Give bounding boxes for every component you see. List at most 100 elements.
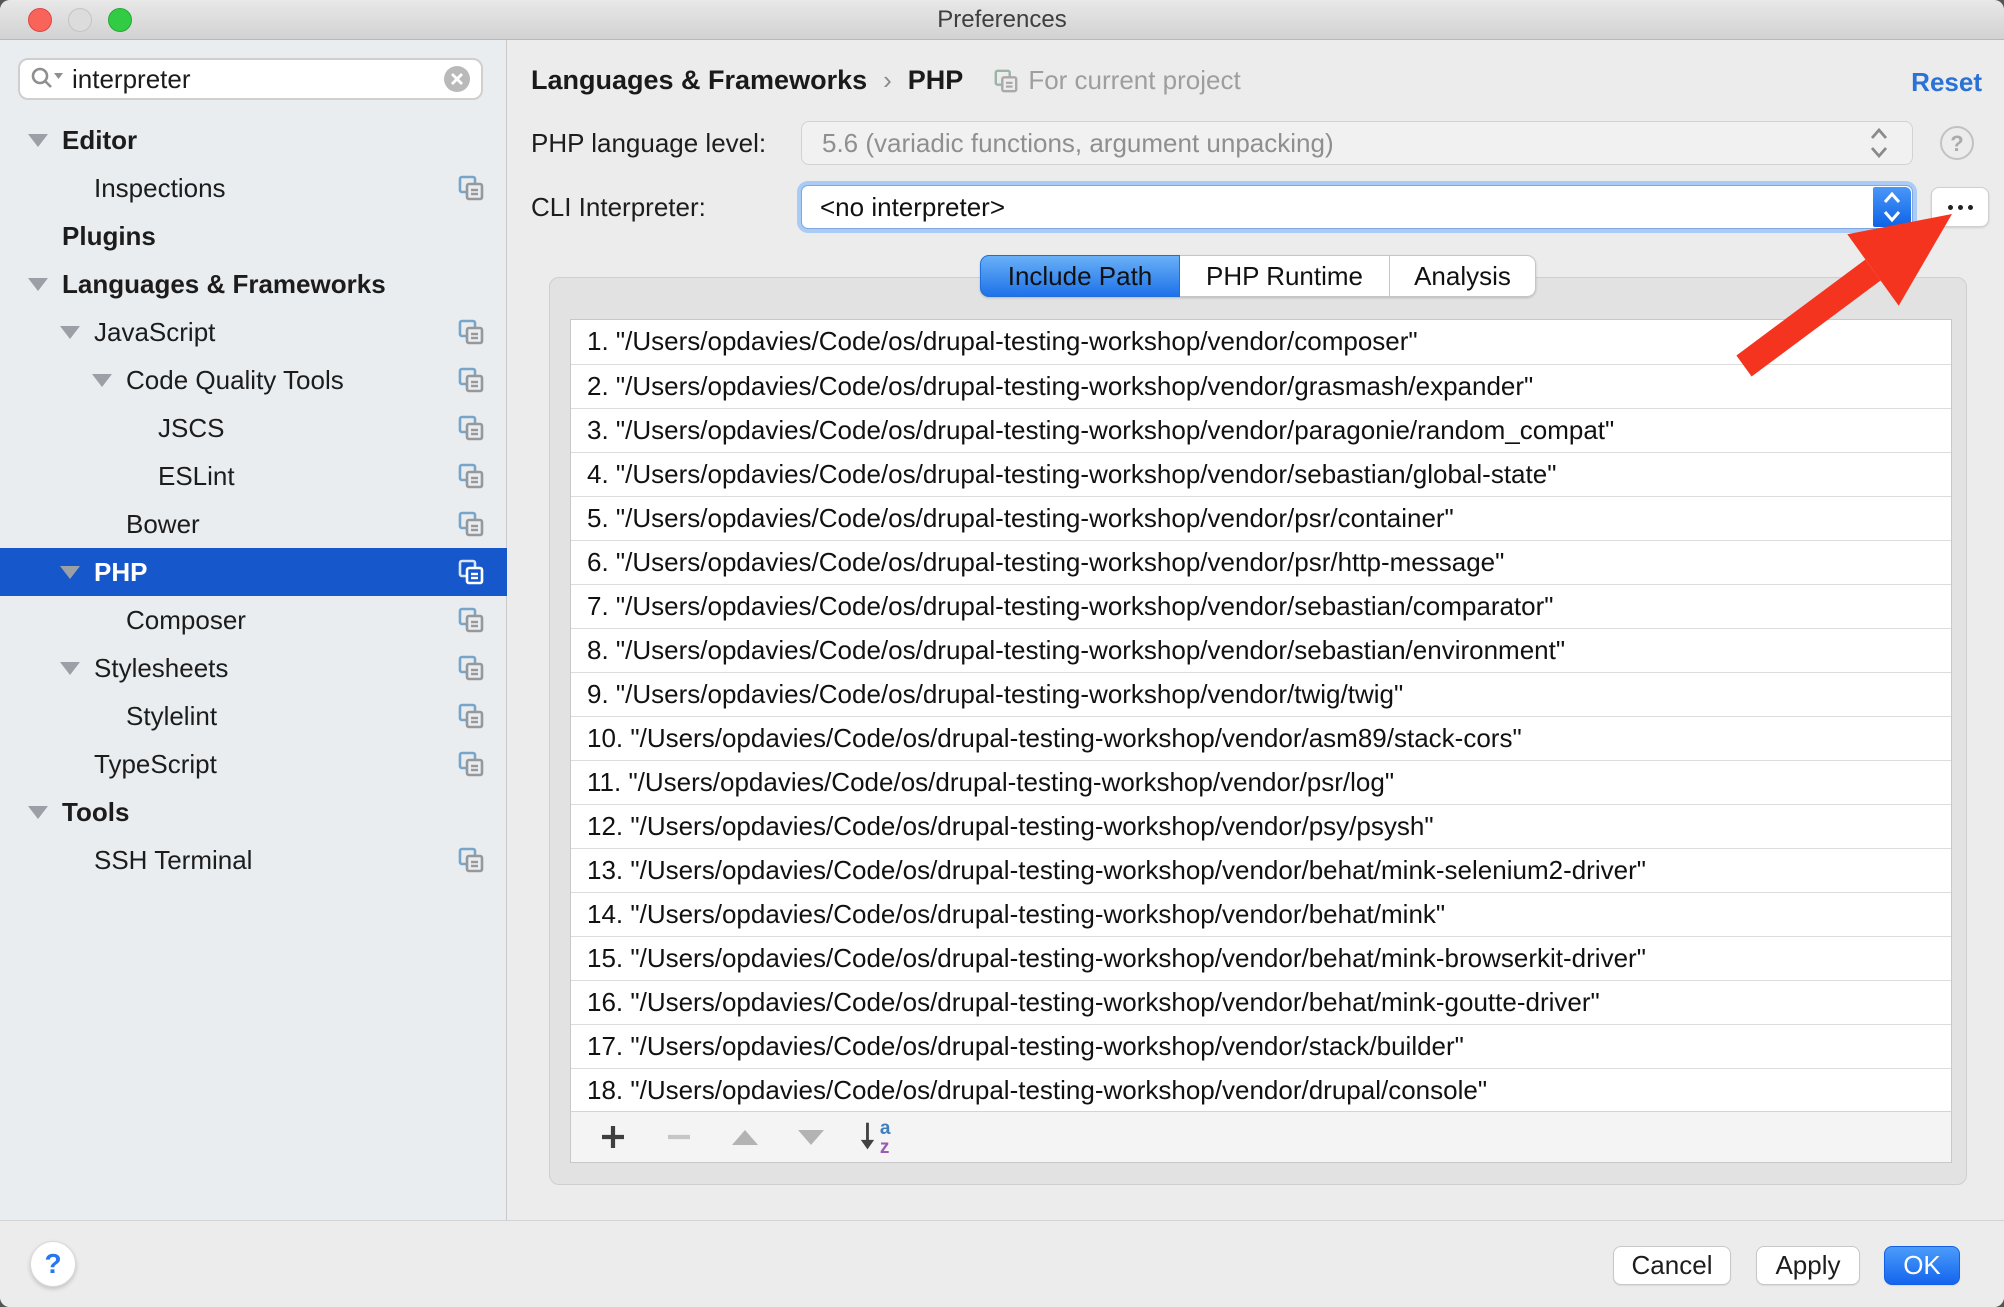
language-level-select[interactable]: 5.6 (variadic functions, argument unpack… <box>801 121 1913 165</box>
sidebar-item-ssh-terminal[interactable]: SSH Terminal <box>0 836 507 884</box>
sidebar-item-inspections[interactable]: Inspections <box>0 164 507 212</box>
sidebar-item-label: PHP <box>94 557 147 588</box>
sidebar-item-label: Code Quality Tools <box>126 365 344 396</box>
dialog-footer: ? Cancel Apply OK <box>0 1220 2004 1307</box>
tab-include-path[interactable]: Include Path <box>980 255 1180 297</box>
sidebar-item-stylesheets[interactable]: Stylesheets <box>0 644 507 692</box>
chevron-down-icon[interactable] <box>28 134 48 147</box>
settings-sidebar: interpreter Editor Inspections Plugins Lang… <box>0 40 507 1220</box>
chevron-down-icon[interactable] <box>28 278 48 291</box>
include-path-row[interactable]: 8. "/Users/opdavies/Code/os/drupal-testi… <box>571 628 1951 672</box>
cancel-button[interactable]: Cancel <box>1613 1246 1731 1285</box>
search-input[interactable]: interpreter <box>18 58 483 100</box>
sidebar-item-label: Languages & Frameworks <box>62 269 386 300</box>
sidebar-item-languages-frameworks[interactable]: Languages & Frameworks <box>0 260 507 308</box>
include-path-panel: 1. "/Users/opdavies/Code/os/drupal-testi… <box>549 277 1967 1185</box>
include-path-row[interactable]: 2. "/Users/opdavies/Code/os/drupal-testi… <box>571 364 1951 408</box>
chevron-down-icon[interactable] <box>60 326 80 339</box>
sidebar-item-code-quality-tools[interactable]: Code Quality Tools <box>0 356 507 404</box>
include-path-row[interactable]: 17. "/Users/opdavies/Code/os/drupal-test… <box>571 1024 1951 1068</box>
include-path-row[interactable]: 13. "/Users/opdavies/Code/os/drupal-test… <box>571 848 1951 892</box>
sidebar-item-bower[interactable]: Bower <box>0 500 507 548</box>
list-toolbar: a z <box>570 1111 1952 1163</box>
sidebar-item-jscs[interactable]: JSCS <box>0 404 507 452</box>
sidebar-item-plugins[interactable]: Plugins <box>0 212 507 260</box>
shared-settings-icon <box>457 510 485 538</box>
help-button[interactable]: ? <box>30 1241 76 1287</box>
chevron-down-icon[interactable] <box>60 566 80 579</box>
svg-text:a: a <box>880 1118 891 1139</box>
search-input-value[interactable]: interpreter <box>72 64 443 95</box>
include-path-row[interactable]: 6. "/Users/opdavies/Code/os/drupal-testi… <box>571 540 1951 584</box>
include-path-row[interactable]: 4. "/Users/opdavies/Code/os/drupal-testi… <box>571 452 1951 496</box>
reset-link[interactable]: Reset <box>1911 67 1982 98</box>
shared-settings-icon <box>993 68 1019 94</box>
sidebar-item-label: Editor <box>62 125 137 156</box>
include-path-row[interactable]: 7. "/Users/opdavies/Code/os/drupal-testi… <box>571 584 1951 628</box>
tab-php-runtime[interactable]: PHP Runtime <box>1180 255 1390 297</box>
cli-interpreter-value: <no interpreter> <box>820 192 1894 223</box>
stepper-icon[interactable] <box>1866 126 1892 160</box>
chevron-down-icon[interactable] <box>60 662 80 675</box>
sidebar-item-label: JavaScript <box>94 317 215 348</box>
search-icon[interactable] <box>30 66 64 92</box>
remove-icon[interactable] <box>659 1120 699 1154</box>
preferences-window: Preferences interpreter Editor Inspection… <box>0 0 2004 1307</box>
include-path-row[interactable]: 9. "/Users/opdavies/Code/os/drupal-testi… <box>571 672 1951 716</box>
title-bar[interactable]: Preferences <box>0 0 2004 40</box>
breadcrumb: Languages & Frameworks › PHP For current… <box>531 65 1241 96</box>
sidebar-item-label: Stylesheets <box>94 653 228 684</box>
cli-interpreter-select[interactable]: <no interpreter> <box>801 185 1913 229</box>
include-path-row[interactable]: 14. "/Users/opdavies/Code/os/drupal-test… <box>571 892 1951 936</box>
sidebar-item-typescript[interactable]: TypeScript <box>0 740 507 788</box>
sidebar-item-label: Tools <box>62 797 129 828</box>
include-path-row[interactable]: 12. "/Users/opdavies/Code/os/drupal-test… <box>571 804 1951 848</box>
clear-icon[interactable] <box>443 65 471 93</box>
include-path-row[interactable]: 1. "/Users/opdavies/Code/os/drupal-testi… <box>571 320 1951 364</box>
sort-alpha-icon[interactable]: a z <box>857 1120 897 1154</box>
sidebar-item-label: Plugins <box>62 221 156 252</box>
add-icon[interactable] <box>593 1120 633 1154</box>
include-path-row[interactable]: 11. "/Users/opdavies/Code/os/drupal-test… <box>571 760 1951 804</box>
sidebar-item-stylelint[interactable]: Stylelint <box>0 692 507 740</box>
breadcrumb-current: PHP <box>908 65 964 96</box>
sidebar-item-php[interactable]: PHP <box>0 548 507 596</box>
move-down-icon[interactable] <box>791 1120 831 1154</box>
shared-settings-icon <box>457 750 485 778</box>
sidebar-item-composer[interactable]: Composer <box>0 596 507 644</box>
shared-settings-icon <box>457 702 485 730</box>
sidebar-item-label: Composer <box>126 605 246 636</box>
shared-settings-icon <box>457 558 485 586</box>
shared-settings-icon <box>457 414 485 442</box>
sidebar-item-label: JSCS <box>158 413 224 444</box>
include-path-row[interactable]: 3. "/Users/opdavies/Code/os/drupal-testi… <box>571 408 1951 452</box>
sidebar-item-eslint[interactable]: ESLint <box>0 452 507 500</box>
shared-settings-icon <box>457 846 485 874</box>
shared-settings-icon <box>457 462 485 490</box>
language-level-value: 5.6 (variadic functions, argument unpack… <box>822 128 1866 159</box>
include-path-row[interactable]: 15. "/Users/opdavies/Code/os/drupal-test… <box>571 936 1951 980</box>
ok-button[interactable]: OK <box>1884 1246 1960 1285</box>
include-path-row[interactable]: 10. "/Users/opdavies/Code/os/drupal-test… <box>571 716 1951 760</box>
help-icon[interactable]: ? <box>1940 126 1974 160</box>
include-path-row[interactable]: 5. "/Users/opdavies/Code/os/drupal-testi… <box>571 496 1951 540</box>
chevron-down-icon[interactable] <box>92 374 112 387</box>
breadcrumb-parent[interactable]: Languages & Frameworks <box>531 65 867 96</box>
shared-settings-icon <box>457 318 485 346</box>
sidebar-item-tools[interactable]: Tools <box>0 788 507 836</box>
sidebar-item-javascript[interactable]: JavaScript <box>0 308 507 356</box>
scope-label: For current project <box>1028 65 1240 96</box>
move-up-icon[interactable] <box>725 1120 765 1154</box>
tab-bar: Include PathPHP RuntimeAnalysis <box>980 255 1536 297</box>
tab-analysis[interactable]: Analysis <box>1390 255 1536 297</box>
include-path-row[interactable]: 18. "/Users/opdavies/Code/os/drupal-test… <box>571 1068 1951 1112</box>
include-path-list: 1. "/Users/opdavies/Code/os/drupal-testi… <box>570 319 1952 1113</box>
browse-interpreters-button[interactable] <box>1931 187 1989 227</box>
chevron-down-icon[interactable] <box>28 806 48 819</box>
stepper-icon[interactable] <box>1873 187 1911 227</box>
include-path-row[interactable]: 16. "/Users/opdavies/Code/os/drupal-test… <box>571 980 1951 1024</box>
scope-indicator: For current project <box>993 65 1240 96</box>
ellipsis-icon <box>1948 205 1953 210</box>
apply-button[interactable]: Apply <box>1756 1246 1860 1285</box>
sidebar-item-editor[interactable]: Editor <box>0 116 507 164</box>
